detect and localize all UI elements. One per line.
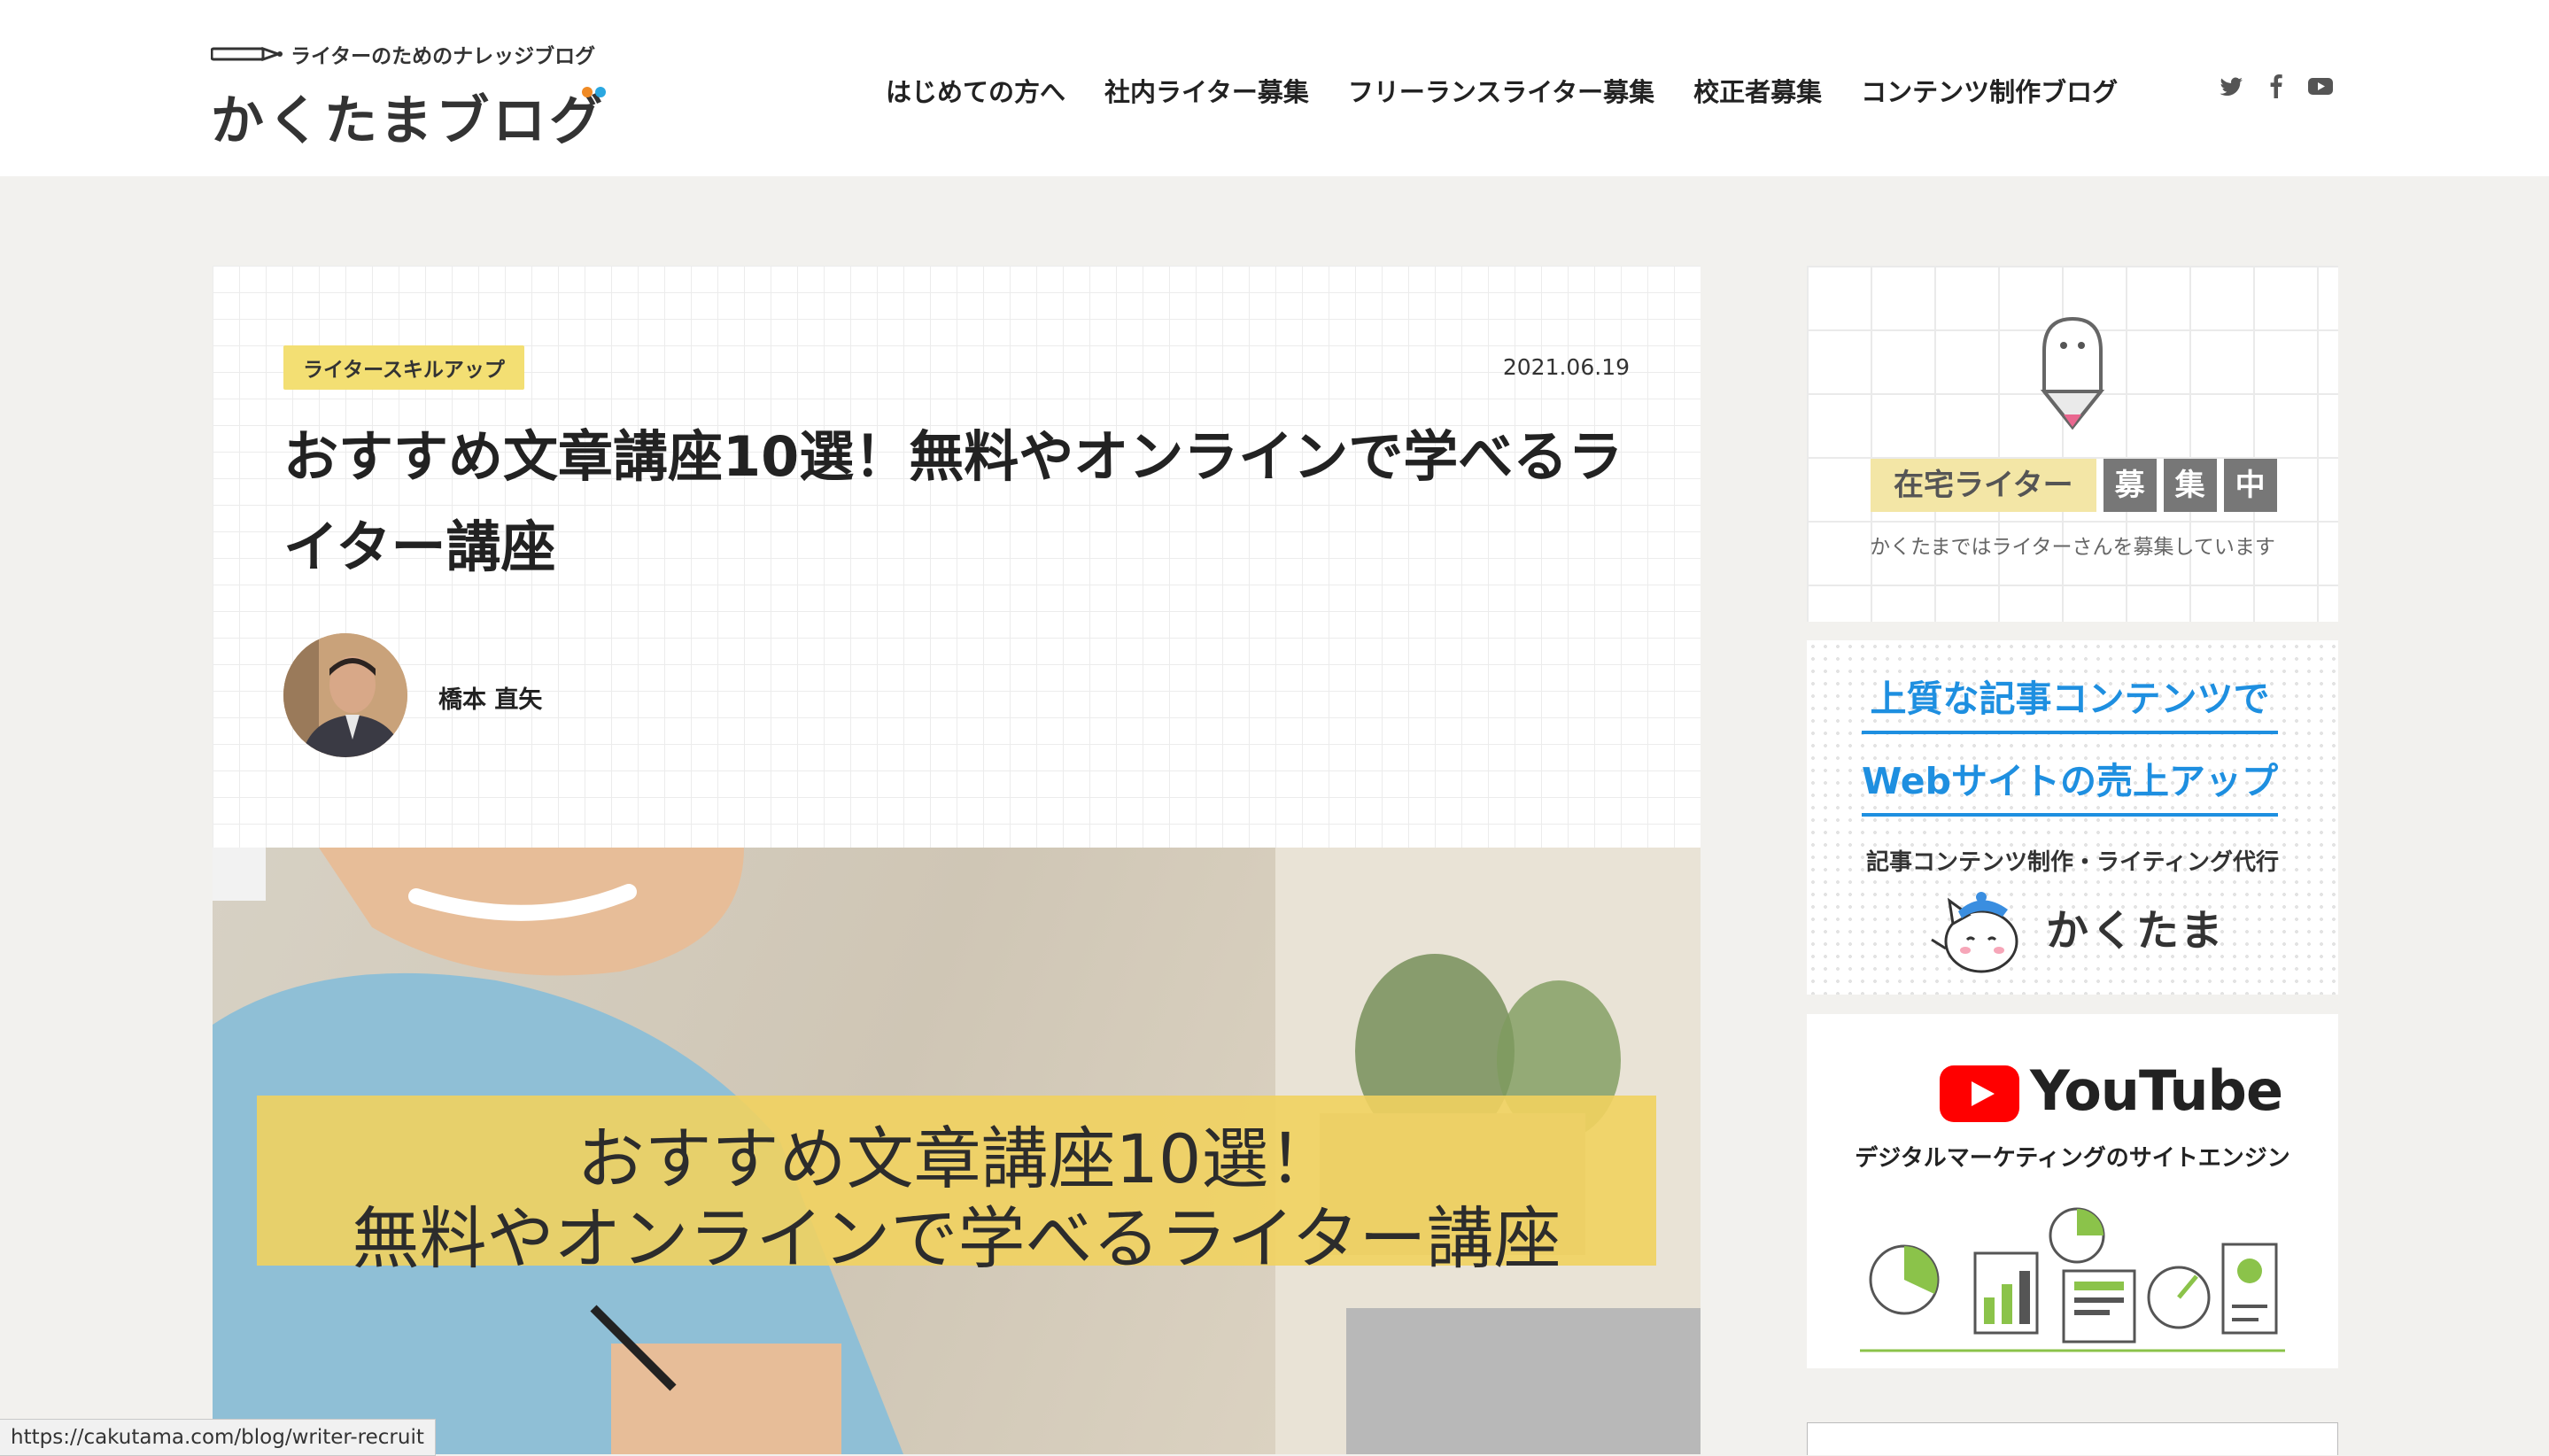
social-links: [2219, 73, 2334, 99]
site-header: ライターのためのナレッジブログ かくたまブログ はじめての方へ 社内ライター募集…: [0, 0, 2549, 176]
ad-subtitle: 記事コンテンツ制作・ライティング代行: [1866, 849, 2279, 876]
category-badge[interactable]: ライタースキルアップ: [283, 345, 524, 390]
nav-item-inhouse-writer[interactable]: 社内ライター募集: [1104, 72, 1309, 109]
pen-icon: [211, 46, 283, 62]
article-header-card: ライタースキルアップ 2021.06.19 おすすめ文章講座10選！無料やオンラ…: [213, 266, 1701, 848]
cat-mascot-icon: [1931, 892, 2018, 973]
hero-title-line2: 無料やオンラインで学べるライター講座: [352, 1199, 1561, 1278]
youtube-icon[interactable]: [2307, 73, 2334, 99]
site-title: かくたまブログ: [211, 90, 607, 152]
publish-date: 2021.06.19: [1502, 354, 1630, 380]
pencil-ghost-icon: [2040, 316, 2105, 430]
recruit-headline: 在宅ライター 募 集 中: [1871, 459, 2277, 512]
recruit-char-1: 募: [2103, 459, 2157, 512]
article-title: おすすめ文章講座10選！無料やオンラインで学べるライター講座: [283, 424, 1623, 579]
site-logo[interactable]: ライターのためのナレッジブログ かくたまブログ: [211, 35, 618, 152]
main-nav: はじめての方へ 社内ライター募集 フリーランスライター募集 校正者募集 コンテン…: [886, 71, 2118, 110]
author-avatar[interactable]: [283, 633, 407, 757]
facebook-icon[interactable]: [2263, 73, 2289, 99]
nav-item-content-blog[interactable]: コンテンツ制作ブログ: [1861, 72, 2118, 109]
site-tagline: ライターのためのナレッジブログ: [291, 45, 596, 68]
youtube-subtitle: デジタルマーケティングのサイトエンジン: [1855, 1145, 2290, 1172]
logo-dots-icon: [582, 87, 606, 97]
marketing-illustration: [1860, 1207, 2285, 1352]
writer-recruit-banner[interactable]: 在宅ライター 募 集 中 かくたまではライターさんを募集しています: [1807, 266, 2338, 622]
ad-headline-2: Webサイトの売上アップ: [1862, 751, 2278, 817]
ad-brand-name: かくたま: [2046, 906, 2226, 956]
ad-headline-1: 上質な記事コンテンツで: [1862, 669, 2278, 734]
twitter-icon[interactable]: [2219, 73, 2245, 99]
hero-title-banner: おすすめ文章講座10選！ 無料やオンラインで学べるライター講座: [257, 1096, 1656, 1278]
status-bar-url: https://cakutama.com/blog/writer-recruit: [0, 1419, 436, 1456]
youtube-wordmark: YouTube: [2030, 1058, 2283, 1123]
nav-item-freelance-writer[interactable]: フリーランスライター募集: [1348, 72, 1654, 109]
hero-image: おすすめ文章講座10選！ 無料やオンラインで学べるライター講座: [213, 848, 1701, 1454]
nav-item-first-time[interactable]: はじめての方へ: [886, 72, 1065, 109]
recruit-char-3: 中: [2223, 459, 2277, 512]
recruit-label: 在宅ライター: [1871, 459, 2096, 512]
recruit-char-2: 集: [2163, 459, 2217, 512]
youtube-logo-icon: [1940, 1065, 2019, 1122]
nav-item-proofreader[interactable]: 校正者募集: [1693, 72, 1822, 109]
recruit-subtext: かくたまではライターさんを募集しています: [1870, 536, 2275, 559]
author-name[interactable]: 橋本 直矢: [438, 680, 542, 715]
search-box[interactable]: [1807, 1422, 2338, 1455]
kakutama-ad-banner[interactable]: 上質な記事コンテンツで Webサイトの売上アップ 記事コンテンツ制作・ライティン…: [1807, 640, 2338, 995]
youtube-channel-banner[interactable]: YouTube デジタルマーケティングのサイトエンジン: [1807, 1014, 2338, 1368]
